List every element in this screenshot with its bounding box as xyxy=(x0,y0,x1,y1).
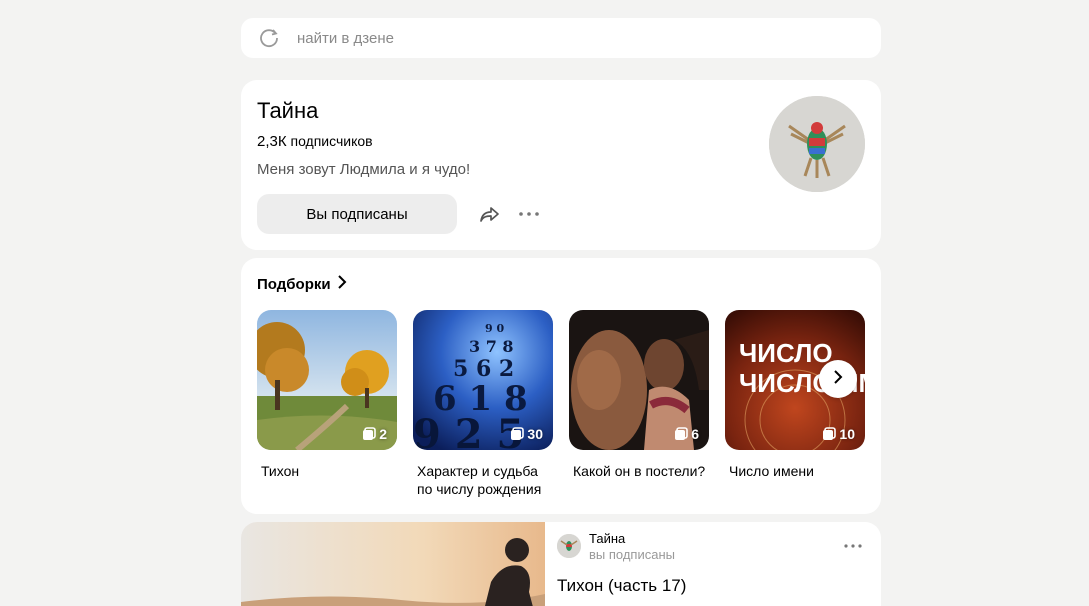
channel-card: Тайна 2,3К подписчиков Меня зовут Людмил… xyxy=(241,80,881,250)
post-subscription-status: вы подписаны xyxy=(589,547,675,562)
subscribed-button[interactable]: Вы подписаны xyxy=(257,194,457,234)
collection-image-text: ЧИСЛО xyxy=(739,338,833,368)
collection-thumbnail: 9 0 3 7 8 5 6 2 6 1 8 9 2 5 30 xyxy=(413,310,553,450)
share-arrow-icon[interactable] xyxy=(477,202,501,226)
subscribers-count: 2,3К подписчиков xyxy=(257,133,373,150)
collection-title: Какой он в постели? xyxy=(573,463,706,479)
more-dots-icon[interactable] xyxy=(517,202,541,226)
chevron-right-icon xyxy=(337,275,347,294)
more-dots-icon[interactable] xyxy=(841,536,865,556)
post-image[interactable] xyxy=(241,522,545,606)
collections-header[interactable]: Подборки xyxy=(257,275,347,294)
subscribers-number: 2,3К xyxy=(257,133,287,150)
collections-card: Подборки 2 Тихон 9 0 3 7 8 5 6 2 6 1 8 9… xyxy=(241,258,881,514)
collection-item[interactable]: 6 Какой он в постели? xyxy=(569,310,709,480)
post-title[interactable]: Тихон (часть 17) xyxy=(557,576,686,596)
svg-text:3 7 8: 3 7 8 xyxy=(469,337,514,356)
zen-logo-icon[interactable] xyxy=(259,28,279,48)
stack-icon xyxy=(674,427,689,441)
channel-avatar[interactable] xyxy=(769,96,865,192)
subscribers-label: подписчиков xyxy=(290,133,373,149)
collection-count-value: 6 xyxy=(691,426,699,442)
scroll-right-button[interactable] xyxy=(819,360,857,398)
search-input[interactable] xyxy=(297,18,857,58)
collection-item[interactable]: 2 Тихон xyxy=(257,310,397,480)
collection-count: 6 xyxy=(674,426,699,442)
post-card[interactable]: Тайна вы подписаны Тихон (часть 17) xyxy=(241,522,881,606)
post-author[interactable]: Тайна xyxy=(589,531,625,546)
collection-count: 10 xyxy=(822,426,855,442)
collection-item[interactable]: 9 0 3 7 8 5 6 2 6 1 8 9 2 5 30 Характер … xyxy=(413,310,553,498)
svg-text:9 0: 9 0 xyxy=(485,322,504,335)
collection-thumbnail: 6 xyxy=(569,310,709,450)
collection-title: Число имени xyxy=(729,463,814,479)
collection-count-value: 2 xyxy=(379,426,387,442)
collection-title: Характер и судьба по числу рождения xyxy=(417,463,542,497)
stack-icon xyxy=(510,427,525,441)
channel-title: Тайна xyxy=(257,98,319,123)
channel-description: Меня зовут Людмила и я чудо! xyxy=(257,161,471,178)
collection-count: 30 xyxy=(510,426,543,442)
collection-count-value: 10 xyxy=(839,426,855,442)
author-avatar[interactable] xyxy=(557,534,581,558)
chevron-right-icon xyxy=(833,369,843,389)
stack-icon xyxy=(822,427,837,441)
collection-count: 2 xyxy=(362,426,387,442)
stack-icon xyxy=(362,427,377,441)
svg-text:9 2 5: 9 2 5 xyxy=(413,411,524,450)
collections-title: Подборки xyxy=(257,276,331,293)
collection-title: Тихон xyxy=(261,463,300,479)
collection-count-value: 30 xyxy=(527,426,543,442)
search-bar[interactable] xyxy=(241,18,881,58)
collection-thumbnail: 2 xyxy=(257,310,397,450)
